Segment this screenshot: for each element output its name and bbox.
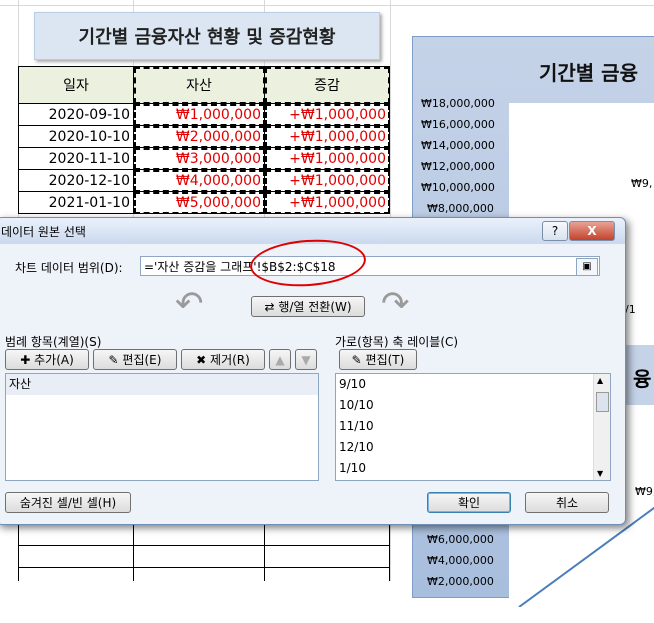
y-tick-label: ₩12,000,000 xyxy=(421,160,495,173)
table-row: 2021-01-10 ₩5,000,000 +₩1,000,000 xyxy=(18,191,390,214)
scroll-up-icon[interactable]: ▲ xyxy=(597,376,603,385)
grid-line xyxy=(0,5,654,6)
edit-label: 편집(E) xyxy=(122,353,162,367)
asset-cell[interactable]: ₩5,000,000 xyxy=(133,191,265,214)
sheet-title: 기간별 금융자산 현황 및 증감현황 xyxy=(78,27,336,48)
list-item[interactable]: 10/10 xyxy=(336,395,610,416)
ok-button[interactable]: 확인 xyxy=(427,492,511,513)
chart-range-label: 차트 데이터 범위(D): xyxy=(15,261,123,275)
y-tick-label: ₩18,000,000 xyxy=(421,97,495,110)
date-cell[interactable]: 2020-09-10 xyxy=(18,103,134,126)
change-cell[interactable]: +₩1,000,000 xyxy=(264,125,390,148)
table-row: 2020-10-10 ₩2,000,000 +₩1,000,000 xyxy=(18,125,390,148)
table-header-row: 일자 자산 증감 xyxy=(18,66,390,104)
y-tick-label: ₩2,000,000 xyxy=(427,575,494,588)
edit-series-button[interactable]: ✎ 편집(E) xyxy=(93,349,177,370)
list-item[interactable]: 자산 xyxy=(6,374,318,395)
remove-series-button[interactable]: ✖ 제거(R) xyxy=(181,349,265,370)
chart-title[interactable]: 기간별 금융 xyxy=(539,57,638,86)
y-tick-label: ₩4,000,000 xyxy=(427,554,494,567)
axis-list-scrollbar[interactable]: ▲ ▼ xyxy=(593,374,610,480)
y-tick-label: ₩8,000,000 xyxy=(427,202,494,215)
asset-cell[interactable]: ₩2,000,000 xyxy=(133,125,265,148)
data-table: 일자 자산 증감 2020-09-10 ₩1,000,000 +₩1,000,0… xyxy=(18,66,390,214)
arrow-right-icon: ↷ xyxy=(381,284,410,324)
date-cell[interactable]: 2020-12-10 xyxy=(18,169,134,192)
close-button[interactable]: X xyxy=(569,221,615,241)
scroll-thumb[interactable] xyxy=(596,392,609,412)
add-label: 추가(A) xyxy=(34,353,74,367)
header-change[interactable]: 증감 xyxy=(264,66,390,104)
change-cell[interactable]: +₩1,000,000 xyxy=(264,191,390,214)
range-collapse-icon[interactable]: ▣ xyxy=(576,258,598,276)
asset-cell[interactable]: ₩1,000,000 xyxy=(133,103,265,126)
table-row: 2020-11-10 ₩3,000,000 +₩1,000,000 xyxy=(18,147,390,170)
y-tick-label: ₩14,000,000 xyxy=(421,139,495,152)
change-cell[interactable]: +₩1,000,000 xyxy=(264,103,390,126)
help-button[interactable]: ? xyxy=(542,221,568,241)
legend-entries-label: 범례 항목(계열)(S) xyxy=(5,335,102,349)
asset-cell[interactable]: ₩3,000,000 xyxy=(133,147,265,170)
cancel-button[interactable]: 취소 xyxy=(525,492,609,513)
axis-labels-list[interactable]: 9/10 10/10 11/10 12/10 1/10 ▲ ▼ xyxy=(335,373,611,481)
header-asset[interactable]: 자산 xyxy=(133,66,265,104)
move-up-button[interactable]: ▲ xyxy=(269,349,291,370)
list-item[interactable]: 12/10 xyxy=(336,437,610,458)
scroll-down-icon[interactable]: ▼ xyxy=(597,469,603,478)
change-cell[interactable]: +₩1,000,000 xyxy=(264,169,390,192)
chart-range-input[interactable]: ='자산 증감을 그래프'!$B$2:$C$18 xyxy=(140,256,600,276)
sheet-title-box[interactable]: 기간별 금융자산 현황 및 증감현황 xyxy=(34,12,380,60)
switch-row-column-button[interactable]: ⇄ 행/열 전환(W) xyxy=(251,296,365,317)
header-date[interactable]: 일자 xyxy=(18,66,134,104)
add-series-button[interactable]: ✚ 추가(A) xyxy=(5,349,89,370)
switch-icon: ⇄ xyxy=(264,300,279,314)
move-down-button[interactable]: ▼ xyxy=(295,349,317,370)
date-cell[interactable]: 2021-01-10 xyxy=(18,191,134,214)
legend-entries-list[interactable]: 자산 xyxy=(5,373,319,481)
arrow-left-icon: ↶ xyxy=(175,284,204,324)
table-row: 2020-12-10 ₩4,000,000 +₩1,000,000 xyxy=(18,169,390,192)
list-item[interactable]: 11/10 xyxy=(336,416,610,437)
edit-axis-labels-button[interactable]: ✎ 편집(T) xyxy=(339,349,417,370)
asset-cell[interactable]: ₩4,000,000 xyxy=(133,169,265,192)
date-cell[interactable]: 2020-11-10 xyxy=(18,147,134,170)
y-tick-label: ₩6,000,000 xyxy=(427,533,494,546)
lower-table-rows xyxy=(18,523,390,581)
list-item[interactable]: 1/10 xyxy=(336,458,610,479)
hidden-empty-cells-button[interactable]: 숨겨진 셀/빈 셀(H) xyxy=(5,492,131,513)
axis-labels-label: 가로(항목) 축 레이블(C) xyxy=(335,335,459,349)
list-item[interactable]: 9/10 xyxy=(336,374,610,395)
table-row: 2020-09-10 ₩1,000,000 +₩1,000,000 xyxy=(18,103,390,126)
dialog-title: 데이터 원본 선택 xyxy=(1,225,86,239)
y-tick-label: ₩16,000,000 xyxy=(421,118,495,131)
edit-axis-label: 편집(T) xyxy=(365,353,405,367)
edit-icon: ✎ xyxy=(108,353,123,367)
date-cell[interactable]: 2020-10-10 xyxy=(18,125,134,148)
switch-label: 행/열 전환(W) xyxy=(278,300,352,314)
add-icon: ✚ xyxy=(20,353,35,367)
remove-label: 제거(R) xyxy=(210,353,250,367)
change-cell[interactable]: +₩1,000,000 xyxy=(264,147,390,170)
edit-icon: ✎ xyxy=(351,353,366,367)
remove-icon: ✖ xyxy=(196,353,211,367)
y-tick-label: ₩10,000,000 xyxy=(421,181,495,194)
